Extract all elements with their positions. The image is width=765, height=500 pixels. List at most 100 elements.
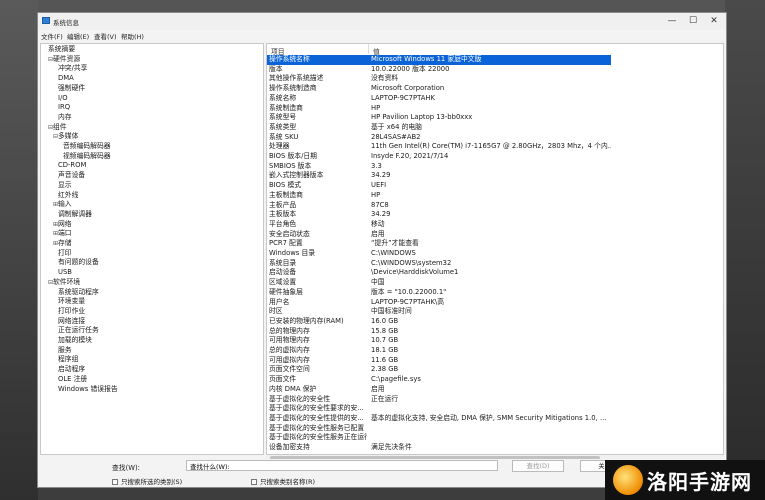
minimize-button[interactable]: — <box>662 15 682 27</box>
tree-item[interactable]: 内存 <box>53 113 72 122</box>
tree-item[interactable]: USB <box>53 268 72 277</box>
table-row[interactable]: 页面文件空间 2.38 GB <box>267 365 723 375</box>
table-row[interactable]: 平台角色 移动 <box>267 220 723 230</box>
tree-item[interactable]: ⊞网络 <box>53 220 72 229</box>
tree-item[interactable]: 声音设备 <box>53 171 85 180</box>
table-row[interactable]: 已安装的物理内存(RAM) 16.0 GB <box>267 317 723 327</box>
tree-item[interactable]: 打印作业 <box>53 307 85 316</box>
table-row[interactable]: 主板版本 34.29 <box>267 210 723 220</box>
table-row[interactable]: 可用物理内存 10.7 GB <box>267 336 723 346</box>
table-row[interactable]: 其他操作系统描述 没有资料 <box>267 74 723 84</box>
table-row[interactable]: 系统目录 C:\WINDOWS\system32 <box>267 259 723 269</box>
table-row[interactable]: 嵌入式控制器版本 34.29 <box>267 171 723 181</box>
tree-item[interactable]: 启动程序 <box>53 365 85 374</box>
table-row[interactable]: 系统类型 基于 x64 的电脑 <box>267 123 723 133</box>
tree-item[interactable]: 显示 <box>53 181 72 190</box>
table-row[interactable]: 系统 SKU 28L4SAS#AB2 <box>267 133 723 143</box>
table-row[interactable]: 总的虚拟内存 18.1 GB <box>267 346 723 356</box>
tree-item[interactable]: 程序组 <box>53 355 78 364</box>
table-row[interactable]: 页面文件 C:\pagefile.sys <box>267 375 723 385</box>
tree-item[interactable]: 强制硬件 <box>53 84 85 93</box>
tree-item[interactable]: Windows 错误报告 <box>53 385 118 394</box>
menu-file[interactable]: 文件(F) <box>41 31 63 41</box>
table-row[interactable]: 可用虚拟内存 11.6 GB <box>267 356 723 366</box>
tree-item[interactable]: ⊞端口 <box>53 229 72 238</box>
table-row[interactable]: 操作系统名称 Microsoft Windows 11 家庭中文版 <box>267 55 723 65</box>
checkbox-box[interactable] <box>251 479 257 485</box>
table-row[interactable]: 基于虚拟化的安全性服务正在运行 <box>267 433 723 443</box>
search-category-names-checkbox[interactable]: 只搜索类别名称(R) <box>251 476 315 486</box>
table-row[interactable]: Windows 目录 C:\WINDOWS <box>267 249 723 259</box>
table-row[interactable]: BIOS 版本/日期 Insyde F.20, 2021/7/14 <box>267 152 723 162</box>
tree-item[interactable]: 加载的模块 <box>53 336 92 345</box>
tree-item[interactable]: 视频编码解码器 <box>58 152 111 161</box>
table-row[interactable]: 基于虚拟化的安全性 正在运行 <box>267 395 723 405</box>
tree-item[interactable]: OLE 注册 <box>53 375 87 384</box>
tree-item[interactable]: 正在运行任务 <box>53 326 99 335</box>
table-row[interactable]: 内核 DMA 保护 启用 <box>267 385 723 395</box>
table-row[interactable]: 硬件抽象层 版本 = "10.0.22000.1" <box>267 288 723 298</box>
tree-item[interactable]: ⊟硬件资源 <box>48 55 80 64</box>
tree-item[interactable]: ⊟组件 <box>48 123 67 132</box>
table-row[interactable]: 总的物理内存 15.8 GB <box>267 327 723 337</box>
maximize-button[interactable]: ☐ <box>683 15 703 27</box>
table-row[interactable]: 版本 10.0.22000 版本 22000 <box>267 65 723 75</box>
tree-item[interactable]: 网络连接 <box>53 317 85 326</box>
search-selected-category-checkbox[interactable]: 只搜索所选的类别(S) <box>112 476 182 486</box>
table-row[interactable]: 主板产品 87C8 <box>267 201 723 211</box>
tree-item[interactable]: 系统驱动程序 <box>53 288 99 297</box>
tree-item-label: 打印作业 <box>58 306 86 315</box>
table-row[interactable]: 时区 中国标准时间 <box>267 307 723 317</box>
table-row[interactable]: 用户名 LAPTOP-9C7PTAHK\高 <box>267 298 723 308</box>
table-row[interactable]: 处理器 11th Gen Intel(R) Core(TM) i7-1165G7 … <box>267 142 723 152</box>
tree-item[interactable]: I/O <box>53 94 68 103</box>
table-row[interactable]: 系统制造商 HP <box>267 104 723 114</box>
table-row[interactable]: 系统名称 LAPTOP-9C7PTAHK <box>267 94 723 104</box>
row-item-cell: 可用物理内存 <box>269 336 310 345</box>
row-value-cell: 满足先决条件 <box>371 443 412 451</box>
table-row[interactable]: 设备加密支持 满足先决条件 <box>267 443 723 453</box>
tree-item[interactable]: 环境变量 <box>53 297 85 306</box>
table-row[interactable]: PCR7 配置 “提升”才能查看 <box>267 239 723 249</box>
row-item-cell: PCR7 配置 <box>269 239 303 248</box>
row-value-cell: 启用 <box>371 229 385 238</box>
tree-item[interactable]: 红外线 <box>53 191 78 200</box>
table-row[interactable]: 启动设备 \Device\HarddiskVolume1 <box>267 268 723 278</box>
tree-item[interactable]: 调制解调器 <box>53 210 92 219</box>
tree-item[interactable]: ⊞存储 <box>53 239 72 248</box>
details-list[interactable]: 项目 值 操作系统名称 Microsoft Windows 11 家庭中文版 版本 1… <box>266 43 724 455</box>
table-row[interactable]: 区域设置 中国 <box>267 278 723 288</box>
table-row[interactable]: 基于虚拟化的安全性服务已配置 <box>267 424 723 434</box>
tree-item[interactable]: ⊟软件环境 <box>48 278 80 287</box>
find-input[interactable] <box>186 460 498 471</box>
tree-item[interactable]: ⊞输入 <box>53 200 72 209</box>
title-bar[interactable]: 系统信息 — ☐ ✕ <box>38 13 726 29</box>
table-row[interactable]: 安全启动状态 启用 <box>267 230 723 240</box>
checkbox-box[interactable] <box>112 479 118 485</box>
table-row[interactable]: 操作系统制造商 Microsoft Corporation <box>267 84 723 94</box>
table-row[interactable]: 基于虚拟化的安全性提供的安... 基本的虚拟化支持, 安全启动, DMA 保护, … <box>267 414 723 424</box>
table-row[interactable]: 主板制造商 HP <box>267 191 723 201</box>
tree-item[interactable]: 服务 <box>53 346 72 355</box>
column-separator[interactable] <box>368 44 369 54</box>
menu-view[interactable]: 查看(V) <box>94 31 117 41</box>
tree-item[interactable]: 冲突/共享 <box>53 64 87 73</box>
tree-item[interactable]: IRQ <box>53 103 70 112</box>
tree-item[interactable]: 有问题的设备 <box>53 258 99 267</box>
close-button[interactable]: ✕ <box>704 15 724 27</box>
menu-help[interactable]: 帮助(H) <box>121 31 144 41</box>
tree-item[interactable]: DMA <box>53 74 74 83</box>
menu-edit[interactable]: 编辑(E) <box>67 31 89 41</box>
find-button[interactable]: 查找(D) <box>512 460 564 472</box>
table-row[interactable]: BIOS 模式 UEFI <box>267 181 723 191</box>
tree-item[interactable]: ⊟多媒体 <box>53 132 78 141</box>
tree-item[interactable]: 音频编码解码器 <box>58 142 111 151</box>
tree-item[interactable]: 系统摘要 <box>43 45 75 54</box>
table-row[interactable]: 系统型号 HP Pavilion Laptop 13-bb0xxx <box>267 113 723 123</box>
category-tree[interactable]: 系统摘要 ⊟硬件资源 冲突/共享 DMA 强制硬件 I/O IRQ 内存 ⊟组件 ⊟多媒体 音频编码… <box>40 43 264 455</box>
table-row[interactable]: SMBIOS 版本 3.3 <box>267 162 723 172</box>
table-row[interactable]: 基于虚拟化的安全性要求的安... <box>267 404 723 414</box>
row-value-cell: UEFI <box>371 181 387 190</box>
tree-item[interactable]: 打印 <box>53 249 72 258</box>
tree-item[interactable]: CD-ROM <box>53 161 86 170</box>
